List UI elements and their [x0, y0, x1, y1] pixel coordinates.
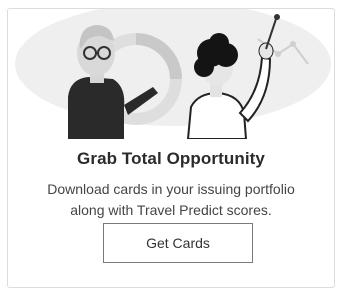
- card-title: Grab Total Opportunity: [77, 149, 265, 168]
- promo-card: Grab Total Opportunity Download cards in…: [7, 8, 335, 288]
- card-description-line-2: along with Travel Predict scores.: [70, 202, 272, 218]
- card-description: Download cards in your issuing portfolio…: [8, 179, 334, 221]
- people-analyzing-chart-illustration: [15, 9, 331, 139]
- card-description-line-1: Download cards in your issuing portfolio: [47, 181, 295, 197]
- get-cards-button[interactable]: Get Cards: [103, 223, 253, 263]
